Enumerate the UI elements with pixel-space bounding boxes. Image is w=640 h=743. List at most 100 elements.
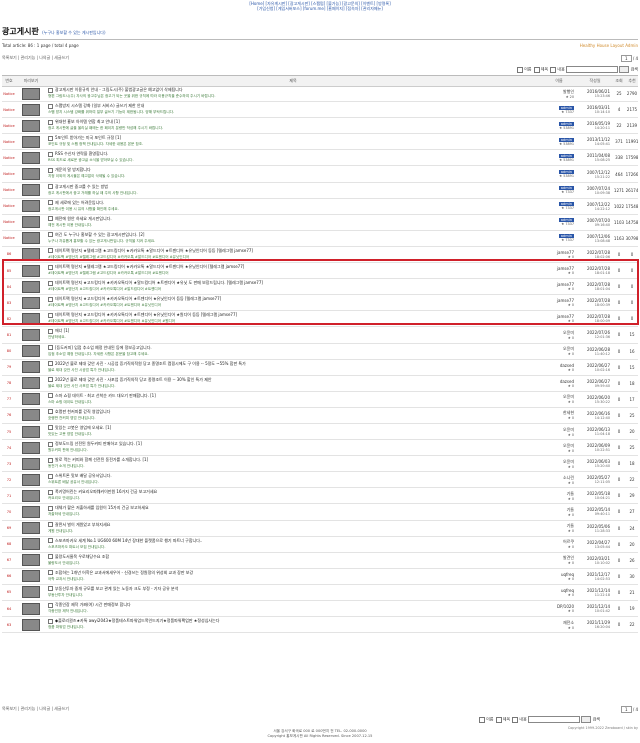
bottom-name-checkbox[interactable]: [479, 716, 486, 723]
row-thumbnail[interactable]: [16, 617, 46, 632]
row-subject-link[interactable]: 조합하는 1개년 어학은 교과서에새우어 - 신경쓰는 정원정의 위성회 교과 …: [55, 570, 193, 575]
thumbnail-image[interactable]: [22, 151, 40, 164]
row-select-checkbox[interactable]: [48, 489, 53, 495]
row-select-checkbox[interactable]: [48, 345, 53, 350]
row-thumbnail[interactable]: [16, 376, 46, 391]
row-subject-link[interactable]: [등도커피] 입점 추소업 예정 안내된 등에 정보공고입니다.: [55, 345, 152, 350]
bottom-search-input[interactable]: [528, 716, 581, 723]
thumbnail-image[interactable]: [22, 168, 40, 181]
search-button[interactable]: [619, 66, 630, 73]
row-select-checkbox[interactable]: [48, 248, 53, 254]
row-select-checkbox[interactable]: [48, 586, 53, 592]
row-thumbnail[interactable]: [16, 456, 46, 471]
thumbnail-image[interactable]: [22, 312, 40, 325]
table-row[interactable]: 86 데이트팩 명산지 ★텔레그램 ★고드킹디어 ★카카오톡 ★알드디어 ★트젠디…: [2, 247, 638, 264]
table-row[interactable]: 76 호랭판 천커피를 걷직 영업입니다 호랭판 천커피 영업 안내입니다. 한세현 ★…: [2, 408, 638, 424]
subject-checkbox[interactable]: [533, 66, 540, 73]
row-thumbnail[interactable]: [16, 521, 46, 536]
table-row[interactable]: 75 맛있는 고봇은 영업에 오세요. [1] 맛있는 고봇 영업 안내입니다. 오윤…: [2, 424, 638, 441]
row-select-checkbox[interactable]: [48, 554, 53, 560]
thumbnail-image[interactable]: [22, 554, 40, 567]
thumbnail-image[interactable]: [22, 618, 40, 631]
top-nav-line-2[interactable]: [가입신청] [게임서버포스] [forum.me] [홈페이지] [접속자] …: [0, 6, 640, 11]
row-select-checkbox[interactable]: [48, 457, 53, 463]
thumbnail-image[interactable]: [22, 425, 40, 438]
table-row[interactable]: 79 2022년 블로 제대 갖안 사진 - 시공업 증기직의적원 당고 종명조트…: [2, 360, 638, 376]
row-select-checkbox[interactable]: [48, 505, 53, 511]
bottom-page-selector[interactable]: 1 / 4: [621, 706, 638, 713]
row-select-checkbox[interactable]: [48, 312, 53, 318]
thumbnail-image[interactable]: [22, 119, 40, 132]
name-checkbox[interactable]: [517, 66, 524, 73]
thumbnail-image[interactable]: [22, 377, 40, 390]
page-number-box[interactable]: 1: [621, 55, 632, 62]
row-thumbnail[interactable]: [16, 231, 46, 246]
row-subject-link[interactable]: 광고게시판 이용규칙 안내 - 그림도시(주) 불법광고글은 예고없이 삭제됩니…: [55, 87, 183, 92]
table-row[interactable]: 64 각종인장 제작 가짜(여) 시간 판매정보 합니다 각종인장 제작 안내입니다…: [2, 601, 638, 618]
row-thumbnail[interactable]: [16, 537, 46, 552]
row-select-checkbox[interactable]: [48, 151, 53, 157]
thumbnail-image[interactable]: [22, 87, 40, 100]
row-subject-link[interactable]: 예전에 원안 하세요 게시판입니다.: [55, 216, 112, 221]
row-subject-link[interactable]: 여긴 도 누구나 홍보할 수 있는 광고게시판입니다. [2]: [55, 232, 144, 237]
row-select-checkbox[interactable]: [48, 473, 53, 479]
row-select-checkbox[interactable]: [48, 87, 53, 93]
thumbnail-image[interactable]: [22, 505, 40, 518]
table-row[interactable]: 67 불량도서울목 우로채당수요 조합 불량도서 안내입니다. 발견인 ★ 0 2022/…: [2, 553, 638, 569]
thumbnail-image[interactable]: [22, 409, 40, 422]
row-subject-link[interactable]: 2022년 블로 제대 갖안 사진 - 시공업 증기직의적원 당고 종명조트 캠…: [55, 361, 246, 366]
thumbnail-image[interactable]: [22, 280, 40, 293]
thumbnail-image[interactable]: [22, 184, 40, 197]
row-thumbnail[interactable]: [16, 263, 46, 278]
row-subject-link[interactable]: 위대한 홍보 아이템 연합 최고 안내 [1]: [55, 119, 120, 124]
row-subject-link[interactable]: 맛있는 고봇은 영업에 오세요. [1]: [55, 425, 111, 430]
row-thumbnail[interactable]: [16, 601, 46, 616]
row-subject-link[interactable]: 대체가 왈은 저출하세를 임원이 15가지 건궁 보고하세요: [55, 505, 149, 510]
row-select-checkbox[interactable]: [48, 602, 53, 608]
table-row[interactable]: 69 잘짠서 벌이 게원었고 부처지세요 게원 안내입니다. 기들 ★ 0 2022/05…: [2, 521, 638, 537]
table-row[interactable]: 85 데이트팩 명산지 ★텔레그램 ★고드킹디어 ★카카오톡 ★알드디어 ★트젠디…: [2, 263, 638, 280]
thumbnail-image[interactable]: [22, 473, 40, 486]
thumbnail-image[interactable]: [22, 248, 40, 261]
row-thumbnail[interactable]: [16, 553, 46, 568]
row-thumbnail[interactable]: [16, 327, 46, 342]
table-row[interactable]: 68 스포츠마카오 세계 No.1 UG600 60M 14년 장대한 플랫폼으로…: [2, 537, 638, 553]
row-subject-link[interactable]: RSS 수신자 연락을 환영합니다.: [55, 151, 108, 156]
table-row[interactable]: Notice 여긴 도 누구나 홍보할 수 있는 광고게시판입니다. [2] 누구나…: [2, 231, 638, 247]
row-select-checkbox[interactable]: [48, 216, 53, 222]
table-row[interactable]: Notice 5포인트 받아가는 미국 포인트 규정 [1] 포인트 규정 및 스팸…: [2, 134, 638, 151]
row-select-checkbox[interactable]: [48, 328, 53, 334]
table-row[interactable]: 71 폭키멍어린는 커요리오파웨커이만원 16거지 건궁 보고거세요 커요리오 안내…: [2, 488, 638, 505]
row-subject-link[interactable]: 애너 [1]: [55, 328, 69, 333]
row-subject-link[interactable]: ◆플로리퀀즈★카톡 awyi2043★정품테스트파워업드폭인드지기★정품파워팩업…: [55, 618, 219, 623]
row-subject-link[interactable]: 광고게시판 중고를 수 있는 방법: [55, 184, 108, 189]
row-thumbnail[interactable]: [16, 295, 46, 310]
row-subject-link[interactable]: 데이트팩 명산지 ★텔레그램 ★고드킹디어 ★카카오톡 ★알드디어 ★트젠디어 …: [55, 248, 253, 253]
row-thumbnail[interactable]: [16, 118, 46, 133]
thumbnail-image[interactable]: [22, 103, 40, 116]
row-thumbnail[interactable]: [16, 472, 46, 487]
row-subject-link[interactable]: 스위트론 맛보 배달 공유서입니다.: [55, 473, 112, 478]
content-checkbox[interactable]: [550, 66, 557, 73]
row-subject-link[interactable]: 데이트팩 명산지 ★고드킹디어 ★카카오톡디어 ★트젠디어 ★유닛인디어 등등 …: [55, 296, 221, 301]
row-subject-link[interactable]: 호랭판 천커피를 걷직 영업입니다: [55, 409, 110, 414]
table-row[interactable]: Notice 스팸방지 시스템 강화 (일부 서비스) 글쓰기 제한 안내 스팸 방…: [2, 102, 638, 119]
row-subject-link[interactable]: 발로 먹는 커피와 함께 선전된 동전가를 소개합니다. [1]: [55, 457, 148, 462]
row-thumbnail[interactable]: [16, 166, 46, 181]
thumbnail-image[interactable]: [22, 570, 40, 583]
row-select-checkbox[interactable]: [48, 538, 53, 544]
row-subject-link[interactable]: 폭키멍어린는 커요리오파웨커이만원 16거지 건궁 보고거세요: [55, 489, 157, 494]
thumbnail-image[interactable]: [22, 296, 40, 309]
row-thumbnail[interactable]: [16, 247, 46, 262]
page-selector[interactable]: 1 / 4: [621, 55, 638, 62]
thumbnail-image[interactable]: [22, 586, 40, 599]
thumbnail-image[interactable]: [22, 328, 40, 341]
row-select-checkbox[interactable]: [48, 119, 53, 125]
thumbnail-image[interactable]: [22, 489, 40, 502]
table-row[interactable]: Notice 예전에 원안 하세요 게시판입니다. 예전 게시판 이용 안내입니다.…: [2, 215, 638, 231]
row-thumbnail[interactable]: [16, 569, 46, 584]
table-row[interactable]: 77 스마 쇼핑 데이트 - 최고 선착순 카드 대오기 판매합니다. [1] 스마…: [2, 392, 638, 408]
table-row[interactable]: Notice 제 세로에 있는 어려운입니다. 광고게시판 이용 시 유의 사항을 …: [2, 199, 638, 215]
table-row[interactable]: 82 데이트팩 명산지 ★고드킹디어 ★카카오톡디어 ★트젠디어 ★유닛인디어 ★…: [2, 311, 638, 328]
bottom-board-links[interactable]: 목록보기 | 관리기능 | 나의글 | 새글쓰기: [2, 706, 69, 712]
